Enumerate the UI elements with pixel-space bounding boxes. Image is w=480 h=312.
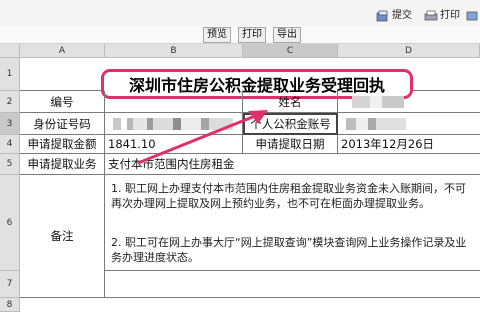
annotation-arrow: [137, 110, 268, 165]
redacted-name: [352, 96, 404, 108]
